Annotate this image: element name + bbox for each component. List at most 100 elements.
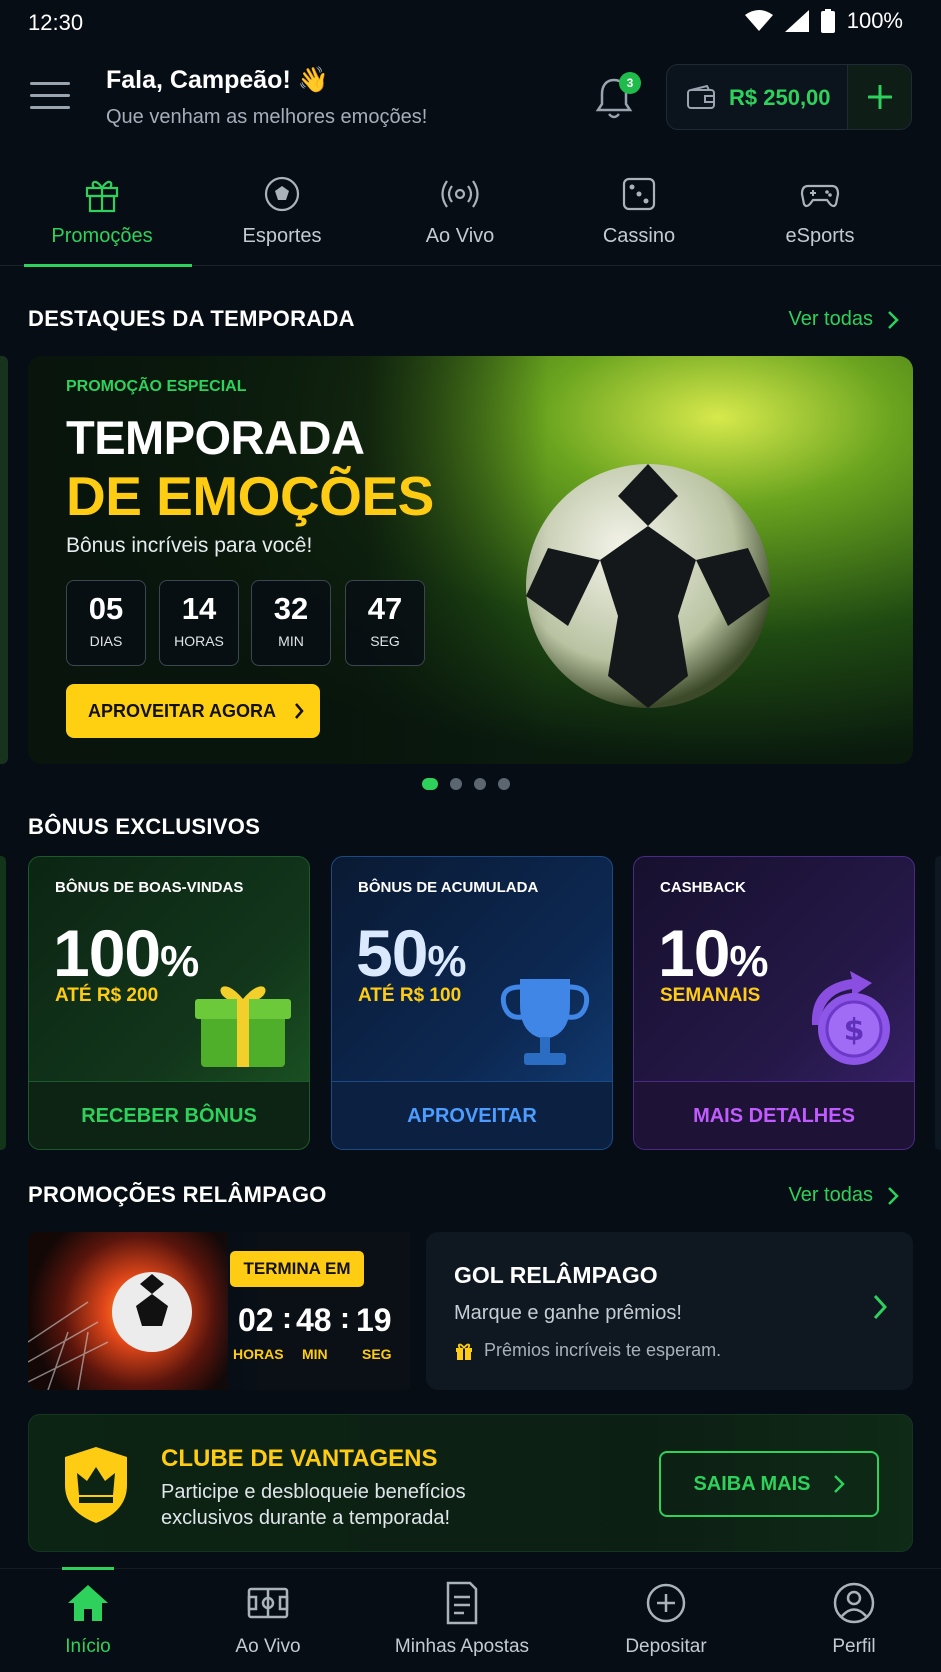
chevron-right-icon bbox=[295, 703, 304, 719]
coin-icon: $ bbox=[811, 971, 890, 1065]
tab-promocoes[interactable]: Promoções bbox=[12, 160, 192, 267]
flash-card-note: Prêmios incríveis te esperam. bbox=[454, 1340, 721, 1361]
greeting-subtitle: Que venham as melhores emoções! bbox=[106, 106, 428, 128]
hero-banner[interactable]: PROMOÇÃO ESPECIAL TEMPORADA DE EMOÇÕES B… bbox=[28, 356, 913, 764]
nav-inicio[interactable]: Início bbox=[38, 1567, 138, 1672]
bonus-unit: % bbox=[729, 937, 768, 986]
bonus-sub: SEMANAIS bbox=[660, 985, 761, 1006]
soccer-ball-icon bbox=[264, 176, 300, 212]
bonus-card-accumulator[interactable]: BÔNUS DE ACUMULADA 50% ATÉ R$ 100 APROVE… bbox=[331, 856, 613, 1150]
see-all-highlights-link[interactable]: Ver todas bbox=[788, 308, 899, 331]
bonus-card-welcome[interactable]: BÔNUS DE BOAS-VINDAS 100% ATÉ R$ 200 REC… bbox=[28, 856, 310, 1150]
countdown-unit: DIAS bbox=[89, 633, 123, 649]
bonus-title: CASHBACK bbox=[660, 879, 746, 896]
carousel-dot[interactable] bbox=[450, 778, 462, 790]
club-title: CLUBE DE VANTAGENS bbox=[161, 1445, 438, 1472]
countdown-minutes: 32 MIN bbox=[251, 580, 331, 666]
soccer-ball-image bbox=[28, 1272, 192, 1390]
flash-promo-card[interactable]: GOL RELÂMPAGO Marque e ganhe prêmios! Pr… bbox=[426, 1232, 913, 1390]
see-all-label: Ver todas bbox=[788, 1184, 873, 1206]
countdown-value: 47 bbox=[367, 591, 403, 626]
menu-button[interactable] bbox=[30, 82, 70, 112]
countdown-value: 32 bbox=[273, 591, 309, 626]
dice-icon bbox=[622, 177, 656, 211]
bonus-value: 50% bbox=[356, 915, 467, 991]
balance-amount: R$ 250,00 bbox=[729, 85, 831, 110]
section-title-highlights: DESTAQUES DA TEMPORADA bbox=[28, 306, 355, 331]
nav-label: Ao Vivo bbox=[235, 1636, 301, 1657]
flaming-ball-image[interactable] bbox=[28, 1232, 228, 1390]
plus-icon bbox=[868, 85, 892, 109]
chevron-right-icon bbox=[888, 1186, 899, 1205]
nav-label: Minhas Apostas bbox=[394, 1636, 530, 1657]
hero-subtitle: Bônus incríveis para você! bbox=[66, 534, 313, 557]
carousel-dot[interactable] bbox=[498, 778, 510, 790]
learn-more-label: SAIBA MAIS bbox=[693, 1472, 811, 1495]
hero-title-line1: TEMPORADA bbox=[66, 411, 365, 464]
plus-circle-icon bbox=[646, 1583, 686, 1623]
hero-cta-button[interactable]: APROVEITAR AGORA bbox=[66, 684, 320, 738]
nav-label: Perfil bbox=[832, 1636, 876, 1657]
home-icon bbox=[68, 1585, 108, 1621]
field-icon bbox=[247, 1587, 289, 1619]
carousel-dot[interactable] bbox=[474, 778, 486, 790]
battery-icon bbox=[820, 9, 835, 33]
countdown-unit: MIN bbox=[278, 633, 304, 649]
tab-cassino[interactable]: Cassino bbox=[549, 160, 729, 266]
see-all-label: Ver todas bbox=[788, 308, 873, 330]
user-icon bbox=[833, 1582, 875, 1624]
chevron-right-icon bbox=[888, 310, 899, 329]
chevron-right-icon bbox=[833, 1475, 845, 1493]
previous-card-peek[interactable] bbox=[0, 856, 6, 1150]
timer-separator: : bbox=[340, 1302, 350, 1335]
bonus-button[interactable]: APROVEITAR bbox=[332, 1081, 612, 1149]
hero-title-line2: DE EMOÇÕES bbox=[66, 465, 434, 527]
timer-separator: : bbox=[282, 1302, 292, 1335]
tab-label: Cassino bbox=[602, 225, 676, 247]
carousel-dot[interactable] bbox=[422, 778, 438, 790]
bonus-button[interactable]: MAIS DETALHES bbox=[634, 1081, 914, 1149]
tab-label: Esportes bbox=[242, 225, 322, 247]
add-funds-button[interactable] bbox=[847, 65, 911, 129]
bonus-title: BÔNUS DE BOAS-VINDAS bbox=[55, 879, 244, 896]
countdown-value: 14 bbox=[181, 591, 217, 626]
section-title-flash: PROMOÇÕES RELÂMPAGO bbox=[28, 1182, 327, 1207]
tab-ao-vivo[interactable]: Ao Vivo bbox=[370, 160, 550, 266]
see-all-flash-link[interactable]: Ver todas bbox=[788, 1184, 899, 1207]
bonus-title: BÔNUS DE ACUMULADA bbox=[358, 879, 539, 896]
category-tabs: Promoções Esportes Ao Vivo Cassino eSpor… bbox=[0, 160, 941, 267]
next-card-peek[interactable] bbox=[935, 856, 941, 1150]
tab-esports[interactable]: eSports bbox=[730, 160, 910, 266]
hero-tag: PROMOÇÃO ESPECIAL bbox=[66, 378, 247, 395]
gift-box-icon bbox=[195, 986, 291, 1067]
battery-level: 100% bbox=[846, 8, 903, 33]
greeting-title: Fala, Campeão! 👋 bbox=[106, 66, 329, 94]
loyalty-club-banner[interactable]: CLUBE DE VANTAGENS Participe e desbloque… bbox=[28, 1414, 913, 1552]
wallet-balance[interactable]: R$ 250,00 bbox=[666, 64, 912, 130]
tab-esportes[interactable]: Esportes bbox=[192, 160, 372, 266]
bonus-number: 50 bbox=[356, 916, 428, 990]
tab-label: Promoções bbox=[51, 225, 153, 247]
countdown-unit: HORAS bbox=[174, 633, 224, 649]
clock: 12:30 bbox=[28, 10, 84, 35]
learn-more-button[interactable]: SAIBA MAIS bbox=[659, 1451, 879, 1517]
bonus-card-cashback[interactable]: CASHBACK 10% SEMANAIS $ MAIS DETALHES bbox=[633, 856, 915, 1150]
signal-icon bbox=[784, 10, 809, 32]
countdown-unit: SEG bbox=[370, 633, 400, 649]
flash-card-note-text: Prêmios incríveis te esperam. bbox=[484, 1340, 722, 1360]
previous-slide-peek[interactable] bbox=[0, 356, 8, 764]
nav-depositar[interactable]: Depositar bbox=[616, 1569, 716, 1672]
countdown-days: 05 DIAS bbox=[66, 580, 146, 666]
club-description-line1: Participe e desbloqueie benefícios bbox=[161, 1481, 466, 1503]
gift-icon bbox=[456, 1343, 472, 1360]
nav-minhas-apostas[interactable]: Minhas Apostas bbox=[384, 1569, 540, 1672]
nav-ao-vivo[interactable]: Ao Vivo bbox=[218, 1569, 318, 1672]
svg-text:$: $ bbox=[844, 1013, 865, 1048]
notification-badge: 3 bbox=[619, 72, 641, 94]
section-title-bonuses: BÔNUS EXCLUSIVOS bbox=[28, 814, 261, 839]
bonus-button[interactable]: RECEBER BÔNUS bbox=[29, 1081, 309, 1149]
nav-perfil[interactable]: Perfil bbox=[804, 1569, 904, 1672]
bottom-navigation: Início Ao Vivo Minhas Apostas Depositar … bbox=[0, 1567, 941, 1672]
wifi-icon bbox=[744, 10, 773, 31]
wallet-icon bbox=[687, 85, 715, 109]
